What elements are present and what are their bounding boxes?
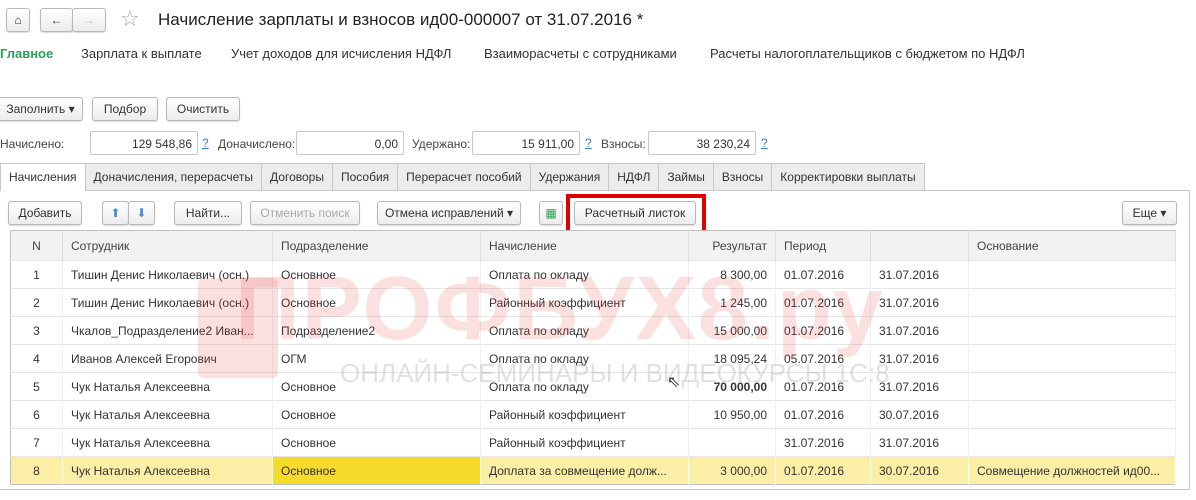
table-cell[interactable]: 31.07.2016	[775, 428, 871, 457]
col-n[interactable]: N	[10, 230, 63, 261]
table-cell[interactable]	[968, 400, 1176, 429]
nav-salary-payment[interactable]: Зарплата к выплате	[81, 46, 202, 61]
table-cell[interactable]: 01.07.2016	[775, 456, 871, 485]
tab-accruals[interactable]: Начисления	[0, 163, 86, 191]
table-cell[interactable]: Районный коэффициент	[480, 428, 689, 457]
add-table-icon[interactable]: ▦	[539, 201, 563, 225]
forward-button[interactable]: →	[72, 8, 106, 32]
table-cell[interactable]: 31.07.2016	[870, 260, 969, 289]
nav-ndfl-budget[interactable]: Расчеты налогоплательщиков с бюджетом по…	[710, 46, 1025, 61]
watermark-brand: ПРОФБУХ8.ру	[235, 259, 885, 359]
col-department[interactable]: Подразделение	[272, 230, 481, 261]
accrued-help-link[interactable]: ?	[202, 136, 209, 150]
table-cell[interactable]: Совмещение должностей ид00...	[968, 456, 1176, 485]
add-button[interactable]: Добавить	[8, 201, 82, 225]
back-button[interactable]: ←	[40, 8, 73, 32]
page-title: Начисление зарплаты и взносов ид00-00000…	[158, 10, 644, 29]
pick-button[interactable]: Подбор	[92, 97, 158, 121]
table-row[interactable]: 8 Чук Наталья Алексеевна Основное Доплата з…	[10, 456, 1176, 485]
table-cell[interactable]: Чук Наталья Алексеевна	[62, 456, 273, 485]
table-cell[interactable]: 7	[10, 428, 63, 457]
table-cell[interactable]: Районный коэффициент	[480, 400, 689, 429]
table-cell[interactable]: 5	[10, 372, 63, 401]
home-button[interactable]: ⌂	[6, 8, 30, 32]
extra-field[interactable]: 0,00	[296, 131, 404, 155]
tab-recalculations[interactable]: Доначисления, перерасчеты	[84, 163, 263, 190]
mouse-cursor-icon: ⇖	[667, 374, 681, 391]
table-cell[interactable]: 2	[10, 288, 63, 317]
clear-button[interactable]: Очистить	[166, 97, 240, 121]
table-cell[interactable]: 3 000,00	[688, 456, 776, 485]
table-row[interactable]: 7 Чук Наталья Алексеевна Основное Районный …	[10, 428, 1176, 457]
table-cell[interactable]	[968, 260, 1176, 289]
table-cell[interactable]: Основное	[272, 400, 481, 429]
fill-button[interactable]: Заполнить ▾	[0, 97, 83, 121]
star-icon[interactable]: ☆	[120, 6, 140, 32]
tab-ndfl[interactable]: НДФЛ	[608, 163, 660, 190]
withheld-help-link[interactable]: ?	[585, 136, 592, 150]
table-cell[interactable]: Основное	[272, 428, 481, 457]
col-accrual[interactable]: Начисление	[480, 230, 689, 261]
table-cell[interactable]	[968, 372, 1176, 401]
table-cell[interactable]: 31.07.2016	[870, 288, 969, 317]
tab-bar: Начисления Доначисления, перерасчеты Дог…	[0, 163, 925, 191]
table-cell[interactable]: 31.07.2016	[870, 428, 969, 457]
col-employee[interactable]: Сотрудник	[62, 230, 273, 261]
table-cell[interactable]: 4	[10, 344, 63, 373]
col-basis[interactable]: Основание	[968, 230, 1176, 261]
nav-main[interactable]: Главное	[0, 46, 53, 61]
tab-deductions[interactable]: Удержания	[529, 163, 610, 190]
table-cell[interactable]: 31.07.2016	[870, 316, 969, 345]
table-row[interactable]: 6 Чук Наталья Алексеевна Основное Районный …	[10, 400, 1176, 429]
extra-label: Доначислено:	[218, 137, 296, 151]
table-cell[interactable]	[968, 344, 1176, 373]
table-cell[interactable]: Чук Наталья Алексеевна	[62, 428, 273, 457]
find-button[interactable]: Найти...	[174, 201, 242, 225]
table-cell[interactable]: 6	[10, 400, 63, 429]
nav-ndfl-income[interactable]: Учет доходов для исчисления НДФЛ	[231, 46, 451, 61]
table-cell[interactable]: 10 950,00	[688, 400, 776, 429]
tab-contracts[interactable]: Договоры	[261, 163, 333, 190]
tab-payment-corrections[interactable]: Корректировки выплаты	[771, 163, 925, 190]
tab-benefits[interactable]: Пособия	[331, 163, 399, 190]
table-cell[interactable]: 8	[10, 456, 63, 485]
contrib-field[interactable]: 38 230,24	[648, 131, 756, 155]
withheld-field[interactable]: 15 911,00	[472, 131, 580, 155]
col-period-end[interactable]	[870, 230, 969, 261]
watermark-tagline: ОНЛАЙН-СЕМИНАРЫ И ВИДЕОКУРСЫ 1С:8	[340, 358, 890, 388]
more-button[interactable]: Еще ▾	[1122, 201, 1177, 225]
table-cell[interactable]	[968, 316, 1176, 345]
contrib-label: Взносы:	[601, 137, 646, 151]
tab-loans[interactable]: Займы	[658, 163, 714, 190]
table-cell[interactable]	[968, 428, 1176, 457]
col-period[interactable]: Период	[775, 230, 871, 261]
table-cell[interactable]: 3	[10, 316, 63, 345]
undo-changes-button[interactable]: Отмена исправлений ▾	[377, 201, 521, 225]
contrib-help-link[interactable]: ?	[761, 136, 768, 150]
accrued-label: Начислено:	[0, 137, 65, 151]
tab-benefit-recalc[interactable]: Перерасчет пособий	[397, 163, 531, 190]
table-cell[interactable]: 30.07.2016	[870, 456, 969, 485]
cancel-search-button[interactable]: Отменить поиск	[250, 201, 360, 225]
table-cell[interactable]: Чук Наталья Алексеевна	[62, 400, 273, 429]
table-cell[interactable]: 1	[10, 260, 63, 289]
table-cell[interactable]: 30.07.2016	[870, 400, 969, 429]
table-cell[interactable]: Доплата за совмещение долж...	[480, 456, 689, 485]
table-cell[interactable]	[968, 288, 1176, 317]
nav-employee-settlements[interactable]: Взаиморасчеты с сотрудниками	[484, 46, 677, 61]
col-result[interactable]: Результат	[688, 230, 776, 261]
move-down-button[interactable]: ⬇	[128, 201, 155, 225]
table-cell[interactable]	[688, 428, 776, 457]
table-cell[interactable]: 01.07.2016	[775, 400, 871, 429]
tab-contributions[interactable]: Взносы	[712, 163, 773, 190]
withheld-label: Удержано:	[412, 137, 471, 151]
move-up-button[interactable]: ⬆	[102, 201, 129, 225]
accrued-field[interactable]: 129 548,86	[90, 131, 198, 155]
table-cell[interactable]: Основное	[272, 456, 481, 485]
